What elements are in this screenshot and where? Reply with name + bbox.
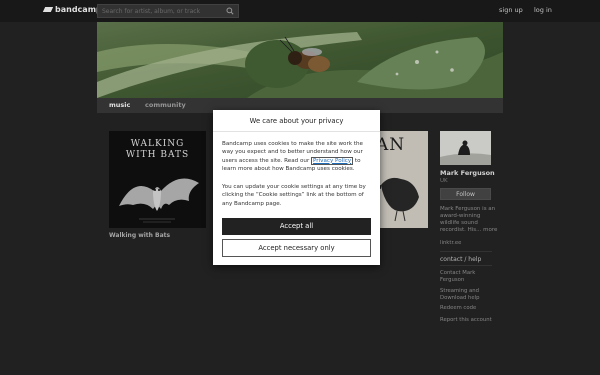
cookie-settings-note: You can update your cookie settings at a… [222, 184, 366, 207]
accept-all-button[interactable]: Accept all [222, 218, 371, 235]
privacy-policy-link[interactable]: Privacy Policy [311, 156, 354, 165]
cookie-dialog-title: We care about your privacy [249, 117, 344, 125]
accept-necessary-button[interactable]: Accept necessary only [222, 239, 371, 257]
cookie-consent-dialog: We care about your privacy Bandcamp uses… [213, 110, 380, 265]
dialog-divider [213, 131, 380, 132]
cookie-description: Bandcamp uses cookies to make the site w… [222, 140, 374, 173]
